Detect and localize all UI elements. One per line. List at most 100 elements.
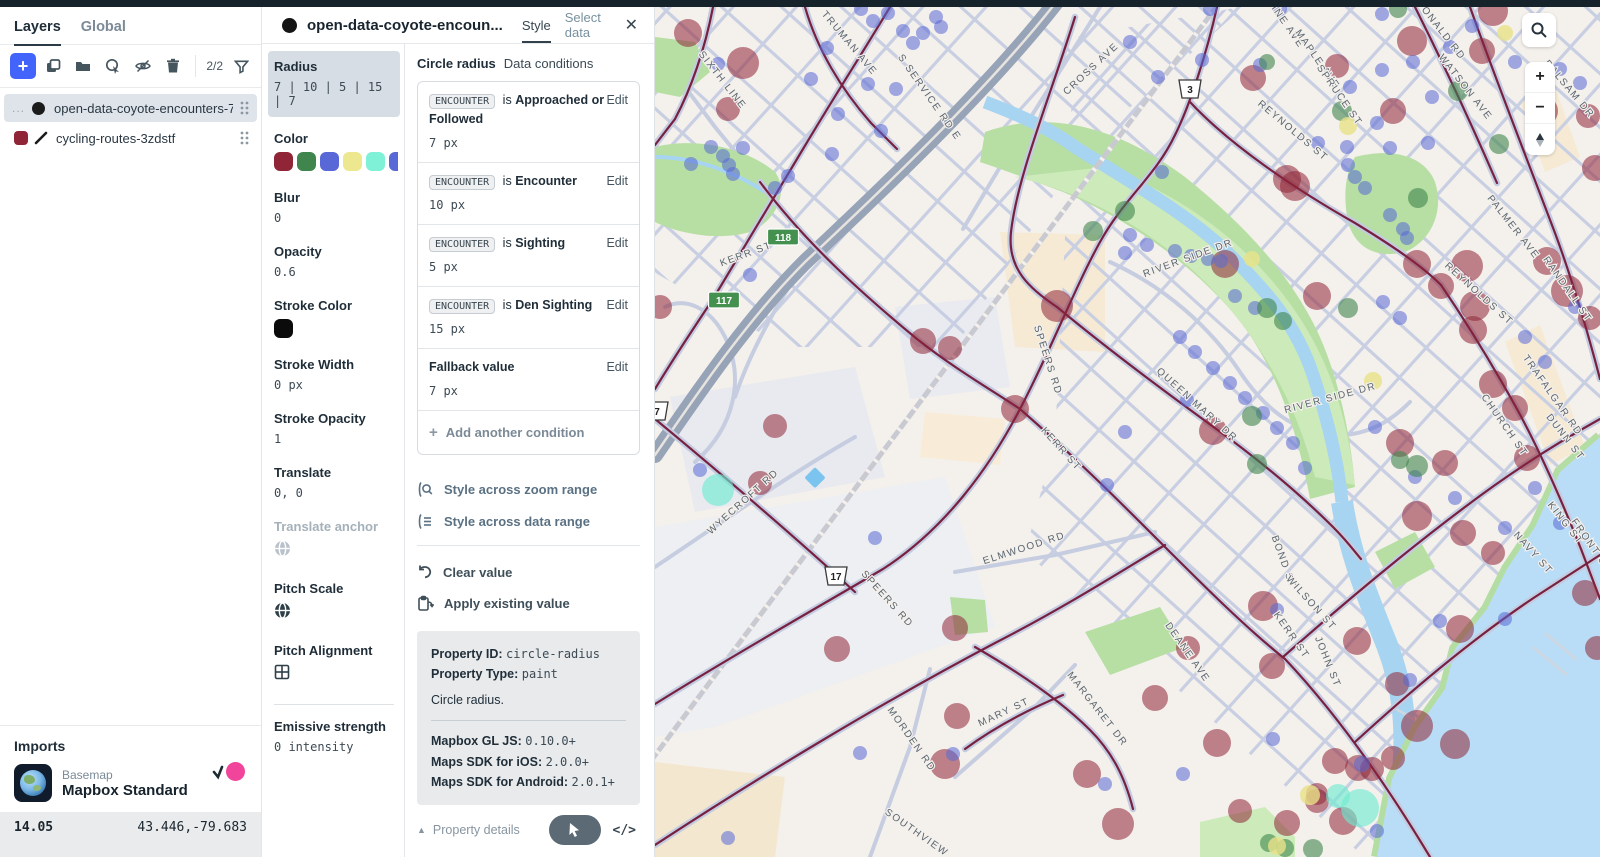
layer-row-coyote-encounters[interactable]: ... open-data-coyote-encounters-7lx... bbox=[4, 94, 257, 122]
emissive-label: Emissive strength bbox=[274, 719, 394, 734]
translate-label: Translate bbox=[274, 465, 394, 480]
color-swatch-row bbox=[274, 152, 398, 171]
property-id-label: Property ID: bbox=[431, 647, 503, 661]
condition-row: ENCOUNTER is Approached or Followed Edit… bbox=[418, 82, 639, 163]
stroke-opacity-label: Stroke Opacity bbox=[274, 411, 394, 426]
edit-condition-link[interactable]: Edit bbox=[606, 91, 628, 110]
fallback-label: Fallback value bbox=[429, 360, 514, 374]
tab-style[interactable]: Style bbox=[522, 7, 551, 43]
property-color[interactable]: Color bbox=[274, 131, 394, 171]
add-condition-button[interactable]: +Add another condition bbox=[418, 411, 639, 454]
check-cursor-icon bbox=[211, 764, 229, 782]
basemap-name: Mapbox Standard bbox=[62, 782, 188, 799]
layer-truncation-ellipsis: ... bbox=[12, 101, 25, 115]
tab-global[interactable]: Global bbox=[81, 19, 126, 44]
basemap-label: Basemap bbox=[62, 768, 188, 782]
property-translate[interactable]: Translate 0, 0 bbox=[274, 465, 394, 500]
zoom-control-group: + − bbox=[1525, 62, 1555, 155]
property-type-value: paint bbox=[522, 667, 558, 681]
property-stroke-width[interactable]: Stroke Width 0 px bbox=[274, 357, 394, 392]
color-swatch[interactable] bbox=[320, 152, 339, 171]
line-layer-color-swatch bbox=[14, 131, 28, 145]
color-swatch[interactable] bbox=[274, 152, 293, 171]
duplicate-layer-icon[interactable] bbox=[40, 53, 66, 79]
color-swatch[interactable] bbox=[366, 152, 385, 171]
layer-row-cycling-routes[interactable]: cycling-routes-3zdstf bbox=[4, 124, 257, 152]
collaborator-cursor bbox=[211, 760, 245, 786]
clipboard-apply-icon bbox=[417, 595, 434, 612]
condition-radius-value: 7 px bbox=[429, 134, 628, 153]
search-button[interactable] bbox=[1522, 13, 1556, 47]
pointer-arrow-icon bbox=[567, 822, 582, 838]
search-icon bbox=[1530, 21, 1548, 39]
property-type-label: Property Type: bbox=[431, 667, 518, 681]
svg-text:3: 3 bbox=[1187, 85, 1193, 96]
tab-layers[interactable]: Layers bbox=[14, 19, 61, 44]
svg-text:117: 117 bbox=[716, 296, 733, 307]
field-badge: ENCOUNTER bbox=[429, 94, 495, 109]
hide-layer-eye-off-icon[interactable] bbox=[130, 53, 156, 79]
property-stroke-color[interactable]: Stroke Color bbox=[274, 298, 394, 338]
sdk-divider bbox=[431, 720, 626, 721]
app-top-bar bbox=[0, 0, 1600, 7]
grid-alignment-icon bbox=[274, 664, 290, 680]
compass-button[interactable] bbox=[1525, 124, 1555, 155]
edit-condition-link[interactable]: Edit bbox=[606, 172, 628, 191]
translate-anchor-label: Translate anchor bbox=[274, 519, 394, 534]
cursor-mode-button[interactable] bbox=[549, 815, 601, 845]
pitch-alignment-label: Pitch Alignment bbox=[274, 643, 394, 658]
sdk-gl-js-label: Mapbox GL JS: bbox=[431, 734, 522, 748]
edit-condition-link[interactable]: Edit bbox=[606, 296, 628, 315]
add-layer-button[interactable]: + bbox=[10, 53, 36, 79]
property-translate-anchor[interactable]: Translate anchor bbox=[274, 519, 394, 562]
condition-row: ENCOUNTER is Sighting Edit 5 px bbox=[418, 225, 639, 287]
property-emissive-strength[interactable]: Emissive strength 0 intensity bbox=[274, 719, 394, 754]
property-pitch-scale[interactable]: Pitch Scale bbox=[274, 581, 394, 624]
emissive-value: 0 intensity bbox=[274, 740, 394, 754]
color-swatch[interactable] bbox=[389, 152, 398, 171]
apply-existing-value-button[interactable]: Apply existing value bbox=[417, 595, 640, 612]
stroke-opacity-value: 1 bbox=[274, 432, 394, 446]
clear-value-button[interactable]: Clear value bbox=[417, 564, 640, 580]
condition-value: Encounter bbox=[515, 174, 577, 188]
basemap-thumbnail bbox=[14, 764, 52, 802]
coordinates-value: 43.446,-79.683 bbox=[137, 820, 247, 857]
fallback-row: Fallback value Edit 7 px bbox=[418, 349, 639, 411]
filter-layers-funnel-icon[interactable] bbox=[231, 53, 251, 79]
property-stroke-opacity[interactable]: Stroke Opacity 1 bbox=[274, 411, 394, 446]
color-swatch[interactable] bbox=[297, 152, 316, 171]
circle-layer-type-icon bbox=[282, 18, 297, 33]
zoom-out-button[interactable]: − bbox=[1525, 93, 1555, 124]
style-across-zoom-range-button[interactable]: Style across zoom range bbox=[417, 481, 640, 498]
svg-text:17: 17 bbox=[830, 572, 842, 583]
delete-layer-trash-icon[interactable] bbox=[160, 53, 186, 79]
edit-condition-link[interactable]: Edit bbox=[606, 234, 628, 253]
style-across-data-range-button[interactable]: Style across data range bbox=[417, 513, 640, 530]
blur-value: 0 bbox=[274, 211, 394, 225]
select-on-map-icon[interactable] bbox=[100, 53, 126, 79]
drag-handle-icon[interactable] bbox=[239, 100, 249, 116]
tab-select-data[interactable]: Select data bbox=[565, 7, 614, 43]
mapbox-studio-app: Layers Global + 2 bbox=[0, 7, 1600, 857]
svg-text:7: 7 bbox=[655, 407, 660, 418]
property-blur[interactable]: Blur 0 bbox=[274, 190, 394, 225]
stroke-color-label: Stroke Color bbox=[274, 298, 394, 313]
property-details-toggle[interactable]: ▲ Property details bbox=[417, 823, 520, 837]
sdk-ios-value: 2.0.0+ bbox=[546, 755, 589, 769]
property-opacity[interactable]: Opacity 0.6 bbox=[274, 244, 394, 279]
property-radius[interactable]: Radius 7 | 10 | 5 | 15 | 7 bbox=[268, 51, 400, 117]
code-view-icon[interactable]: </> bbox=[613, 823, 636, 838]
layers-toolbar: + 2/2 bbox=[0, 45, 261, 88]
property-pitch-alignment[interactable]: Pitch Alignment bbox=[274, 643, 394, 685]
zoom-in-button[interactable]: + bbox=[1525, 62, 1555, 93]
data-range-icon bbox=[417, 513, 434, 530]
zoom-level-value: 14.05 bbox=[14, 820, 53, 857]
color-swatch[interactable] bbox=[343, 152, 362, 171]
close-panel-icon[interactable]: ✕ bbox=[621, 13, 642, 37]
map-canvas[interactable]: SIXTH LINETRUMAN AVES SERVICE RD ECROSS … bbox=[655, 7, 1600, 857]
group-layers-folder-icon[interactable] bbox=[70, 53, 96, 79]
edit-fallback-link[interactable]: Edit bbox=[606, 358, 628, 377]
property-details-box: Property ID: circle-radius Property Type… bbox=[417, 631, 640, 805]
drag-handle-icon[interactable] bbox=[239, 130, 249, 146]
condition-row: ENCOUNTER is Encounter Edit 10 px bbox=[418, 163, 639, 225]
